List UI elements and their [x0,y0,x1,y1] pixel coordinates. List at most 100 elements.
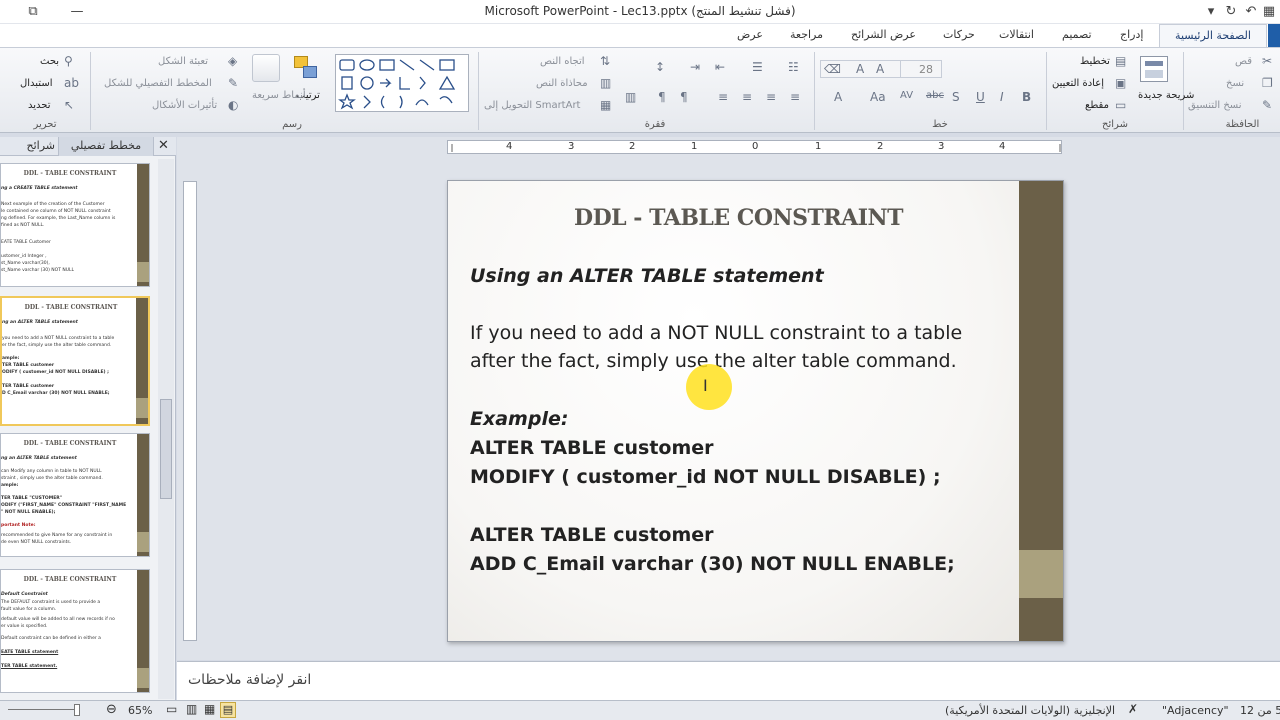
ruler-label: 2 [877,141,884,152]
change-case-icon[interactable]: Aa [870,90,886,104]
replace-button[interactable]: استبدال [20,78,53,89]
select-button[interactable]: تحديد [28,100,51,111]
align-left-icon[interactable]: ≡ [790,90,800,104]
normal-view-icon[interactable]: ▤ [220,702,236,718]
align-right-icon[interactable]: ≡ [742,90,752,104]
rtl-icon[interactable]: ¶ [680,90,688,104]
redo-icon[interactable]: ↻ [1220,2,1242,22]
tab-slides[interactable]: شرائح [0,139,55,152]
cut-button[interactable]: قص [1235,56,1252,67]
reading-view-icon[interactable]: ▥ [186,702,197,716]
close-panel-icon[interactable]: ✕ [158,138,169,153]
theme-name: "Adjacency" [1162,704,1229,717]
layout-button[interactable]: تخطيط [1080,56,1110,67]
slideshow-view-icon[interactable]: ▭ [166,702,177,716]
tab-slideshow[interactable]: عرض الشرائح [851,28,916,41]
grow-font-icon[interactable]: A [856,62,864,76]
copy-button[interactable]: نسخ [1226,78,1244,89]
font-color-icon[interactable]: A [834,90,842,104]
tab-insert[interactable]: إدراج [1120,28,1143,41]
columns-icon[interactable]: ▥ [625,90,636,104]
smartart-button[interactable]: التحويل إلى SmartArt [484,100,580,111]
shadow-icon[interactable]: S [952,90,960,104]
save-icon[interactable]: ▦ [1258,2,1280,22]
ruler-label: 1 [815,141,822,152]
horizontal-ruler[interactable]: 4 3 2 1 0 1 2 3 4 [447,140,1062,154]
language-status[interactable]: الإنجليزية (الولايات المتحدة الأمريكية) [945,704,1115,717]
slide-code-line[interactable]: ALTER TABLE customer [470,524,714,546]
slide-example-label[interactable]: Example: [470,408,568,430]
slide-thumbnail[interactable]: DDL - TABLE CONSTRAINT Default Constrain… [0,569,150,693]
tab-view[interactable]: عرض [737,28,763,41]
numbering-icon[interactable]: ☰ [752,60,763,74]
thumb-line: D C_Email varchar (30) NOT NULL ENABLE; [2,391,110,396]
thumb-line: ample: [1,483,19,488]
quick-styles-icon[interactable] [252,54,280,82]
thumb-line: ODIFY ( customer_id NOT NULL DISABLE) ; [2,370,109,375]
slide-thumbnail[interactable]: DDL - TABLE CONSTRAINT ng an ALTER TABLE… [0,433,150,557]
reset-button[interactable]: إعادة التعيين [1052,78,1104,89]
shape-outline-button[interactable]: المخطط التفصيلي للشكل [104,78,212,89]
justify-icon[interactable]: ≡ [718,90,728,104]
bullets-icon[interactable]: ☷ [788,60,799,74]
underline-icon[interactable]: U [976,90,985,104]
decrease-indent-icon[interactable]: ⇤ [715,60,725,74]
new-slide-button[interactable]: شريحة جديدة [1138,90,1194,101]
slide-subtitle[interactable]: Using an ALTER TABLE statement [470,265,824,287]
shapes-gallery[interactable] [335,54,469,112]
slide-code-line[interactable]: ADD C_Email varchar (30) NOT NULL ENABLE… [470,553,955,575]
slide-code-line[interactable]: ALTER TABLE customer [470,437,714,459]
quick-access-menu-icon[interactable]: ▾ [1200,2,1222,22]
text-direction-button[interactable]: اتجاه النص [540,56,585,67]
slide-thumbnail-selected[interactable]: DDL - TABLE CONSTRAINT ng an ALTER TABLE… [0,296,150,426]
section-button[interactable]: مقطع [1085,100,1109,111]
tab-transitions[interactable]: انتقالات [999,28,1034,41]
scrollbar-thumb[interactable] [160,399,172,499]
new-slide-icon[interactable] [1140,56,1168,82]
vertical-ruler[interactable] [183,181,197,641]
align-center-icon[interactable]: ≡ [766,90,776,104]
find-button[interactable]: بحث [40,56,59,67]
strikethrough-icon[interactable]: abc [926,90,944,101]
tab-outline[interactable]: مخطط تفصيلي [58,137,154,156]
ltr-icon[interactable]: ¶ [658,90,666,104]
format-painter-button[interactable]: نسخ التنسيق [1188,100,1241,111]
tab-design[interactable]: تصميم [1062,28,1092,41]
char-spacing-icon[interactable]: AV [900,90,913,101]
notes-pane[interactable]: انقر لإضافة ملاحظات [177,661,1280,700]
thumb-line: st_Name varchar (30) NOT NULL [1,268,75,273]
slide-title[interactable]: DDL - TABLE CONSTRAINT [448,205,1029,231]
align-text-button[interactable]: محاذاة النص [536,78,588,89]
zoom-level[interactable]: 65% [128,704,152,717]
slide-thumbnail[interactable]: DDL - TABLE CONSTRAINT ng a CREATE TABLE… [0,163,150,287]
tab-home[interactable]: الصفحة الرئيسية [1159,24,1267,48]
notes-placeholder[interactable]: انقر لإضافة ملاحظات [188,672,311,688]
slide-body-line[interactable]: If you need to add a NOT NULL constraint… [470,322,962,344]
shape-fill-button[interactable]: تعبئة الشكل [158,56,208,67]
thumb-line: ng an ALTER TABLE statement [2,320,78,325]
increase-indent-icon[interactable]: ⇥ [690,60,700,74]
quick-styles-button[interactable]: أنماط سريعة [252,90,306,101]
thumbnail-scrollbar[interactable] [158,159,174,699]
arrange-icon[interactable] [292,54,322,84]
scissors-icon: ✂ [1262,54,1273,68]
tab-review[interactable]: مراجعة [790,28,823,41]
spellcheck-icon[interactable]: ✗ [1128,702,1138,716]
tab-animations[interactable]: حركات [943,28,975,41]
bold-icon[interactable]: B [1022,90,1031,104]
italic-icon[interactable]: I [1000,90,1004,104]
layout-icon: ▤ [1115,54,1127,68]
effects-icon: ◐ [228,98,239,112]
text-cursor-icon: I [703,376,708,395]
font-size-box[interactable]: 28 [900,60,942,78]
ribbon: قص ✂ نسخ ❐ نسخ التنسيق ✎ الحافظة شريحة ج… [0,47,1280,133]
line-spacing-icon[interactable]: ↕ [655,60,665,74]
clear-format-icon[interactable]: ⌫ [824,62,841,76]
slide-canvas[interactable]: DDL - TABLE CONSTRAINT Using an ALTER TA… [447,180,1064,642]
shrink-font-icon[interactable]: A [876,62,884,76]
shape-effects-button[interactable]: تأثيرات الأشكال [152,100,217,111]
zoom-slider[interactable] [8,703,80,717]
sorter-view-icon[interactable]: ▦ [204,702,215,716]
slide-code-line[interactable]: MODIFY ( customer_id NOT NULL DISABLE) ; [470,466,941,488]
zoom-out-icon[interactable]: ⊖ [106,702,117,717]
